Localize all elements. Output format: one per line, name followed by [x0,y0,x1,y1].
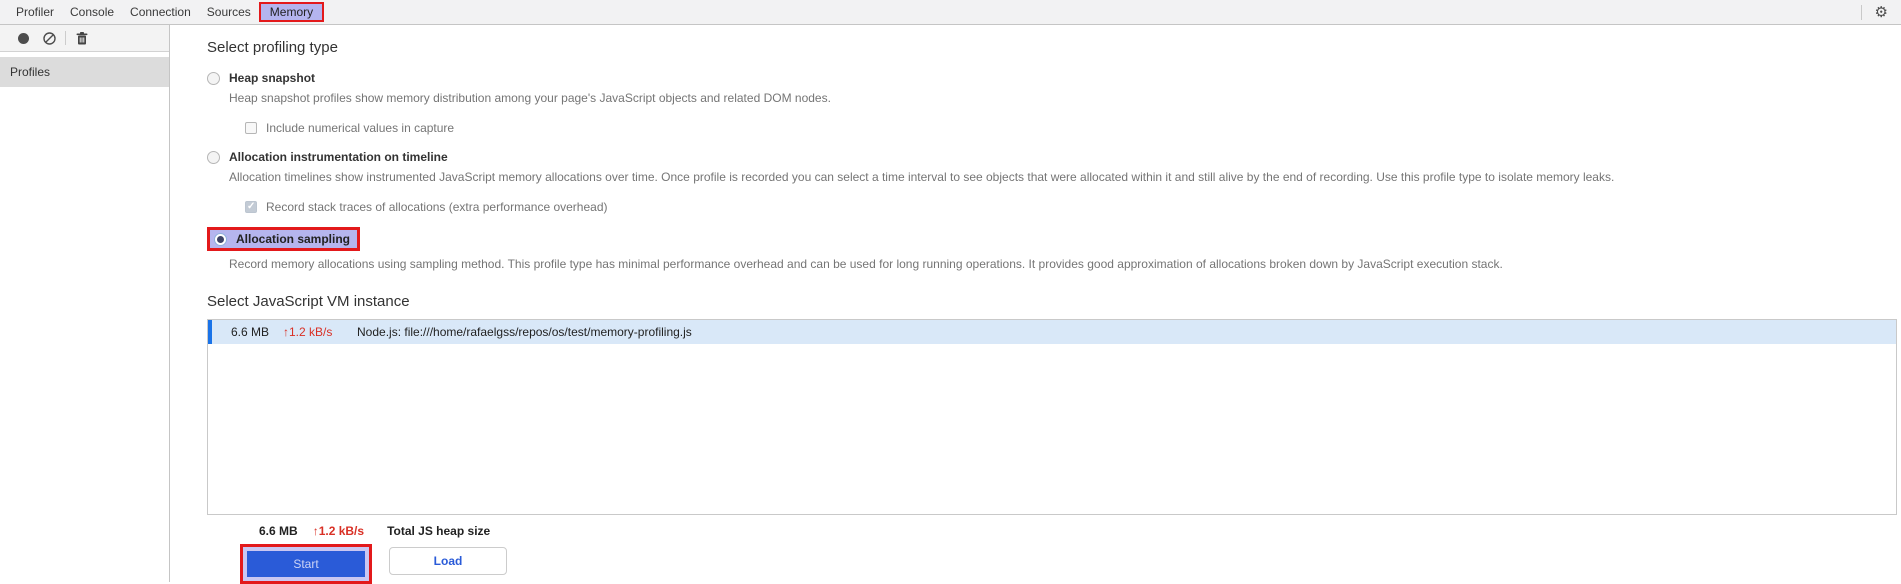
option-label: Allocation instrumentation on timeline [229,150,448,164]
total-allocation-rate: ↑1.2 kB/s [312,524,365,538]
start-button-annotation: Start [240,544,372,584]
tab-console[interactable]: Console [62,2,122,22]
option-description: Record memory allocations using sampling… [229,257,1503,271]
checkbox-label: Include numerical values in capture [266,121,455,135]
include-numerical-values-row[interactable]: Include numerical values in capture [245,121,1901,135]
clear-button[interactable] [36,25,62,51]
radio-heap-snapshot[interactable] [207,71,220,85]
profiles-sidebar: Profiles [0,25,170,582]
option-description: Allocation timelines show instrumented J… [229,170,1615,184]
record-button[interactable] [10,25,36,51]
option-description: Heap snapshot profiles show memory distr… [229,91,831,105]
start-button[interactable]: Start [247,551,365,577]
option-label: Allocation sampling [236,232,351,246]
tab-memory[interactable]: Memory [258,2,325,22]
toolbar-divider [65,31,66,45]
vm-instance-name: Node.js: file:///home/rafaelgss/repos/os… [357,325,692,339]
load-button[interactable]: Load [389,547,507,575]
total-heap-label: Total JS heap size [387,524,491,538]
vm-instance-heading: Select JavaScript VM instance [207,293,410,310]
checkbox-record-stack-traces[interactable] [245,201,257,213]
option-allocation-sampling-annotated[interactable]: Allocation sampling [207,227,361,251]
tab-connection[interactable]: Connection [122,2,199,22]
devtools-tabbar: Profiler Console Connection Sources Memo… [0,0,1901,25]
tab-profiler[interactable]: Profiler [8,2,62,22]
option-heap-snapshot[interactable]: Heap snapshot [207,71,1901,85]
tabbar-right-controls: ⚙ [1860,0,1901,24]
total-heap-size: 6.6 MB [259,524,298,538]
tab-sources[interactable]: Sources [199,2,259,22]
block-icon [42,31,56,45]
profiles-section-header[interactable]: Profiles [0,57,169,87]
vm-instance-row[interactable]: 6.6 MB ↑1.2 kB/s Node.js: file:///home/r… [208,320,1896,344]
profiling-type-heading: Select profiling type [207,39,338,56]
checkbox-label: Record stack traces of allocations (extr… [266,200,608,214]
vm-instance-list[interactable]: 6.6 MB ↑1.2 kB/s Node.js: file:///home/r… [207,319,1897,515]
tabbar-divider [1860,4,1862,20]
memory-panel: Select profiling type Heap snapshot Heap… [170,25,1901,584]
record-icon [17,32,29,44]
radio-allocation-timeline[interactable] [207,150,220,164]
action-buttons: Start Load [240,544,1901,584]
radio-allocation-sampling[interactable] [214,232,227,246]
gear-icon[interactable]: ⚙ [1875,5,1888,20]
trash-icon [76,31,88,44]
vm-heap-size: 6.6 MB [231,325,270,339]
vm-allocation-rate: ↑1.2 kB/s [283,325,333,339]
profiler-toolbar [0,25,169,52]
checkbox-include-numerical-values[interactable] [245,122,257,134]
option-allocation-timeline[interactable]: Allocation instrumentation on timeline [207,150,1901,164]
record-stack-traces-row[interactable]: Record stack traces of allocations (extr… [245,200,1901,214]
delete-button[interactable] [69,25,95,51]
option-label: Heap snapshot [229,71,316,85]
total-heap-row: 6.6 MB ↑1.2 kB/s Total JS heap size [259,524,1901,538]
